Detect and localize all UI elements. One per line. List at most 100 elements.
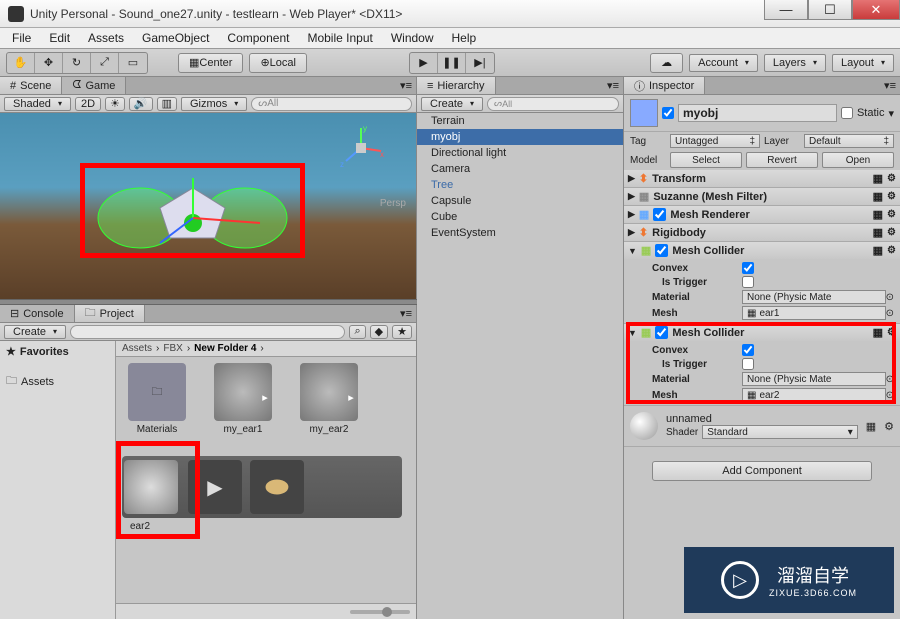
tab-scene[interactable]: # Scene [0, 77, 62, 94]
layers-dropdown[interactable]: Layers [764, 54, 826, 72]
component-header[interactable]: ▼▦Mesh Collider▦ ⚙ [624, 242, 900, 259]
gear-icon[interactable]: ⚙ [887, 227, 896, 238]
cloud-button[interactable]: ☁ [650, 53, 683, 73]
project-search[interactable] [70, 325, 345, 339]
hierarchy-item[interactable]: EventSystem [417, 225, 623, 241]
scene-viewport[interactable]: y x z Persp [0, 113, 416, 299]
menu-gameobject[interactable]: GameObject [134, 29, 217, 47]
object-picker-icon[interactable]: ⊙ [886, 308, 894, 319]
object-name-field[interactable]: myobj [678, 104, 837, 122]
hierarchy-item-prefab[interactable]: Tree [417, 177, 623, 193]
gear-icon[interactable]: ⚙ [887, 209, 896, 220]
pivot-local-button[interactable]: ⊕ Local [249, 53, 307, 73]
step-button[interactable]: ▶| [466, 53, 494, 73]
create-dropdown[interactable]: Create [4, 325, 66, 339]
scale-tool[interactable]: ⤢ [91, 53, 119, 73]
help-icon[interactable]: ▦ [873, 244, 883, 257]
minimize-button[interactable]: — [764, 0, 808, 20]
scene-fx-icon[interactable]: ▥ [157, 97, 177, 111]
pause-button[interactable]: ❚❚ [438, 53, 466, 73]
material-field[interactable]: None (Physic Mate [742, 290, 886, 304]
object-active-checkbox[interactable] [662, 107, 674, 119]
sidebar-assets[interactable]: 🗀 Assets [0, 370, 115, 393]
asset-avatar[interactable]: ⬬ [250, 460, 304, 514]
component-mesh-renderer[interactable]: ▶▦Mesh Renderer▦ ⚙ [624, 206, 900, 223]
tab-inspector[interactable]: ⓘ Inspector [624, 77, 705, 94]
thumb-size-slider[interactable] [350, 610, 410, 614]
hierarchy-create-dropdown[interactable]: Create [421, 97, 483, 111]
tab-options[interactable]: ▾≡ [705, 77, 900, 94]
menu-window[interactable]: Window [383, 29, 442, 47]
menu-component[interactable]: Component [219, 29, 297, 47]
hierarchy-item[interactable]: Cube [417, 209, 623, 225]
breadcrumb-fbx[interactable]: FBX [163, 343, 182, 354]
tab-project[interactable]: 🗀 Project [75, 305, 145, 322]
select-button[interactable]: Select [670, 152, 742, 168]
menu-mobileinput[interactable]: Mobile Input [299, 29, 380, 47]
shader-dropdown[interactable]: Standard▾ [702, 425, 857, 439]
gizmos-dropdown[interactable]: Gizmos [181, 97, 247, 111]
tab-options[interactable]: ▾≡ [145, 305, 416, 322]
help-icon[interactable]: ▦ [873, 172, 883, 185]
revert-button[interactable]: Revert [746, 152, 818, 168]
add-component-button[interactable]: Add Component [652, 461, 872, 481]
component-enable-checkbox[interactable] [655, 244, 668, 257]
filter-type-icon[interactable]: ◆ [370, 325, 388, 339]
help-icon[interactable]: ▦ [873, 226, 883, 239]
convex-checkbox[interactable] [742, 262, 754, 274]
hierarchy-item[interactable]: Camera [417, 161, 623, 177]
gear-icon[interactable]: ⚙ [887, 173, 896, 184]
close-button[interactable]: ✕ [852, 0, 900, 20]
gear-icon[interactable]: ⚙ [887, 191, 896, 202]
hierarchy-item-selected[interactable]: myobj [417, 129, 623, 145]
object-picker-icon[interactable]: ⊙ [886, 292, 894, 303]
menu-help[interactable]: Help [444, 29, 485, 47]
asset-materials[interactable]: 🗀 Materials [122, 363, 192, 448]
menu-file[interactable]: File [4, 29, 39, 47]
tab-hierarchy[interactable]: ≡ Hierarchy [417, 77, 496, 94]
static-checkbox[interactable] [841, 107, 853, 119]
help-icon[interactable]: ▦ [873, 190, 883, 203]
save-search-icon[interactable]: ★ [392, 325, 412, 339]
account-dropdown[interactable]: Account [689, 54, 758, 72]
hierarchy-search[interactable]: ᔕAll [487, 97, 619, 111]
sidebar-favorites[interactable]: ★ Favorites [0, 343, 115, 360]
menu-assets[interactable]: Assets [80, 29, 132, 47]
gear-icon[interactable]: ⚙ [887, 245, 896, 256]
hierarchy-item[interactable]: Capsule [417, 193, 623, 209]
component-mesh-filter[interactable]: ▶▦Suzanne (Mesh Filter)▦ ⚙ [624, 188, 900, 205]
orientation-gizmo[interactable]: y x z [336, 123, 386, 173]
move-tool[interactable]: ✥ [35, 53, 63, 73]
play-button[interactable]: ▶ [410, 53, 438, 73]
maximize-button[interactable]: ☐ [808, 0, 852, 20]
breadcrumb-assets[interactable]: Assets [122, 343, 152, 354]
asset-my-ear2[interactable]: my_ear2 ▸ [294, 363, 364, 448]
tab-options[interactable]: ▾≡ [496, 77, 624, 94]
istrigger-checkbox[interactable] [742, 276, 754, 288]
tab-console[interactable]: ⊟ Console [0, 305, 75, 322]
help-icon[interactable]: ▦ [873, 208, 883, 221]
toggle-2d[interactable]: 2D [75, 97, 101, 111]
open-button[interactable]: Open [822, 152, 894, 168]
component-enable-checkbox[interactable] [653, 208, 666, 221]
pivot-center-button[interactable]: ▦ Center [178, 53, 243, 73]
scene-audio-icon[interactable]: 🔊 [129, 97, 153, 111]
layer-dropdown[interactable]: Default‡ [804, 134, 894, 148]
tab-game[interactable]: ᗧ Game [62, 77, 126, 94]
rect-tool[interactable]: ▭ [119, 53, 147, 73]
gear-icon[interactable]: ⚙ [884, 420, 894, 433]
mesh-field[interactable]: ▦ear1 [742, 306, 886, 320]
help-icon[interactable]: ▦ [866, 420, 876, 433]
filter-icon[interactable]: ⌕ [349, 325, 365, 339]
component-transform[interactable]: ▶⬍Transform▦ ⚙ [624, 170, 900, 187]
object-icon[interactable] [630, 99, 658, 127]
rotate-tool[interactable]: ↻ [63, 53, 91, 73]
tab-options[interactable]: ▾≡ [126, 77, 416, 94]
hierarchy-item[interactable]: Terrain [417, 113, 623, 129]
layout-dropdown[interactable]: Layout [832, 54, 894, 72]
shading-dropdown[interactable]: Shaded [4, 97, 71, 111]
tag-dropdown[interactable]: Untagged‡ [670, 134, 760, 148]
breadcrumb-current[interactable]: New Folder 4 [194, 343, 256, 354]
scene-search[interactable]: ᔕAll [251, 97, 412, 111]
menu-edit[interactable]: Edit [41, 29, 78, 47]
